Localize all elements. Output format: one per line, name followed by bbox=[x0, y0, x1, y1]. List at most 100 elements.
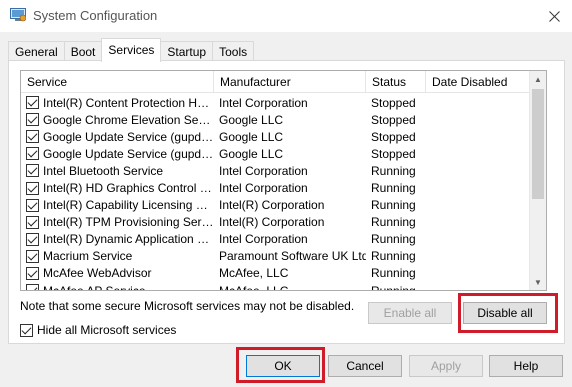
scroll-up-arrow-icon[interactable]: ▲ bbox=[530, 71, 546, 87]
column-header-service[interactable]: Service bbox=[21, 71, 214, 93]
service-checkbox[interactable] bbox=[26, 113, 39, 127]
table-row[interactable]: Intel(R) TPM Provisioning Service Intel(R… bbox=[21, 214, 531, 231]
service-name: Google Update Service (gupdatem) bbox=[43, 146, 214, 161]
ok-highlight bbox=[236, 347, 325, 383]
help-button[interactable]: Help bbox=[489, 355, 563, 377]
service-cell: Intel(R) Dynamic Application Loa... bbox=[21, 232, 214, 246]
apply-button[interactable]: Apply bbox=[409, 355, 483, 377]
list-header: Service Manufacturer Status Date Disable… bbox=[21, 71, 531, 93]
column-header-date-disabled[interactable]: Date Disabled bbox=[426, 71, 531, 93]
status-cell: Running bbox=[371, 266, 416, 281]
service-checkbox[interactable] bbox=[26, 147, 39, 161]
service-name: Intel Bluetooth Service bbox=[43, 163, 164, 178]
status-cell: Running bbox=[371, 181, 416, 196]
enable-all-button[interactable]: Enable all bbox=[368, 302, 452, 324]
service-name: McAfee WebAdvisor bbox=[43, 266, 152, 281]
tab-services[interactable]: Services bbox=[101, 38, 162, 62]
service-checkbox[interactable] bbox=[26, 96, 39, 110]
manufacturer-cell: Google LLC bbox=[219, 129, 284, 144]
service-name: Intel(R) TPM Provisioning Service bbox=[43, 215, 214, 230]
service-name: Intel(R) Capability Licensing Ser... bbox=[43, 198, 214, 213]
manufacturer-cell: Intel Corporation bbox=[219, 95, 308, 110]
service-name: Intel(R) HD Graphics Control Pa... bbox=[43, 181, 214, 196]
manufacturer-cell: Intel(R) Corporation bbox=[219, 198, 325, 213]
service-cell: Intel(R) Content Protection HEC... bbox=[21, 96, 214, 110]
table-row[interactable]: Intel(R) Capability Licensing Ser... Inte… bbox=[21, 197, 531, 214]
table-row[interactable]: Google Update Service (gupdate) Google LL… bbox=[21, 128, 531, 145]
table-row[interactable]: Intel(R) HD Graphics Control Pa... Intel … bbox=[21, 179, 531, 196]
table-row[interactable]: Intel(R) Content Protection HEC... Intel … bbox=[21, 94, 531, 111]
status-cell: Stopped bbox=[371, 112, 416, 127]
service-cell: Macrium Service bbox=[21, 249, 214, 263]
service-cell: McAfee WebAdvisor bbox=[21, 266, 214, 280]
manufacturer-cell: McAfee, LLC bbox=[219, 266, 289, 281]
service-checkbox[interactable] bbox=[26, 284, 39, 290]
tab-startup[interactable]: Startup bbox=[160, 41, 214, 62]
service-checkbox[interactable] bbox=[26, 130, 39, 144]
service-checkbox[interactable] bbox=[26, 249, 39, 263]
service-checkbox[interactable] bbox=[26, 164, 39, 178]
service-cell: Intel(R) TPM Provisioning Service bbox=[21, 215, 214, 229]
table-row[interactable]: Google Chrome Elevation Servic... Google … bbox=[21, 111, 531, 128]
service-name: Intel(R) Dynamic Application Loa... bbox=[43, 232, 214, 247]
service-checkbox[interactable] bbox=[26, 215, 39, 229]
table-row[interactable]: McAfee AP Service McAfee, LLC Running bbox=[21, 282, 531, 291]
service-checkbox[interactable] bbox=[26, 198, 39, 212]
title-bar: System Configuration bbox=[0, 0, 572, 32]
status-cell: Stopped bbox=[371, 95, 416, 110]
service-cell: Google Chrome Elevation Servic... bbox=[21, 113, 214, 127]
service-checkbox[interactable] bbox=[26, 232, 39, 246]
vertical-scrollbar[interactable]: ▲ ▼ bbox=[529, 71, 546, 290]
status-cell: Stopped bbox=[371, 146, 416, 161]
manufacturer-cell: McAfee, LLC bbox=[219, 283, 289, 291]
manufacturer-cell: Paramount Software UK Ltd bbox=[219, 249, 366, 264]
service-name: Macrium Service bbox=[43, 249, 133, 264]
service-checkbox[interactable] bbox=[26, 181, 39, 195]
service-cell: Intel Bluetooth Service bbox=[21, 164, 214, 178]
service-cell: Intel(R) HD Graphics Control Pa... bbox=[21, 181, 214, 195]
services-list[interactable]: Service Manufacturer Status Date Disable… bbox=[20, 70, 547, 291]
table-row[interactable]: Intel Bluetooth Service Intel Corporation… bbox=[21, 162, 531, 179]
close-icon bbox=[548, 10, 560, 22]
hide-microsoft-services-label: Hide all Microsoft services bbox=[37, 323, 177, 337]
table-row[interactable]: Intel(R) Dynamic Application Loa... Intel… bbox=[21, 231, 531, 248]
service-cell: Google Update Service (gupdate) bbox=[21, 130, 214, 144]
status-cell: Running bbox=[371, 215, 416, 230]
scroll-down-arrow-icon[interactable]: ▼ bbox=[530, 274, 546, 290]
hide-microsoft-services[interactable]: Hide all Microsoft services bbox=[20, 323, 176, 337]
manufacturer-cell: Intel Corporation bbox=[219, 181, 308, 196]
secure-services-note: Note that some secure Microsoft services… bbox=[20, 299, 355, 313]
service-name: Google Update Service (gupdate) bbox=[43, 129, 214, 144]
window-title: System Configuration bbox=[33, 8, 158, 23]
close-button[interactable] bbox=[536, 0, 572, 32]
service-cell: Google Update Service (gupdatem) bbox=[21, 147, 214, 161]
status-cell: Running bbox=[371, 198, 416, 213]
table-row[interactable]: Macrium Service Paramount Software UK Ltd… bbox=[21, 248, 531, 265]
status-cell: Running bbox=[371, 249, 416, 264]
manufacturer-cell: Google LLC bbox=[219, 112, 284, 127]
status-cell: Running bbox=[371, 163, 416, 178]
disable-all-highlight bbox=[458, 293, 558, 333]
service-cell: Intel(R) Capability Licensing Ser... bbox=[21, 198, 214, 212]
service-name: Google Chrome Elevation Servic... bbox=[43, 112, 214, 127]
status-cell: Stopped bbox=[371, 129, 416, 144]
status-cell: Running bbox=[371, 232, 416, 247]
table-row[interactable]: McAfee WebAdvisor McAfee, LLC Running bbox=[21, 265, 531, 282]
tab-boot[interactable]: Boot bbox=[63, 41, 103, 62]
column-header-manufacturer[interactable]: Manufacturer bbox=[214, 71, 366, 93]
tab-tools[interactable]: Tools bbox=[212, 41, 255, 62]
scroll-thumb[interactable] bbox=[532, 89, 544, 199]
table-row[interactable]: Google Update Service (gupdatem) Google L… bbox=[21, 145, 531, 162]
tab-general[interactable]: General bbox=[8, 41, 65, 62]
tab-strip: General Boot Services Startup Tools bbox=[8, 38, 255, 62]
service-checkbox[interactable] bbox=[26, 266, 39, 280]
manufacturer-cell: Intel Corporation bbox=[219, 163, 308, 178]
msconfig-icon bbox=[10, 8, 26, 22]
status-cell: Running bbox=[371, 283, 416, 291]
manufacturer-cell: Intel Corporation bbox=[219, 232, 308, 247]
cancel-button[interactable]: Cancel bbox=[328, 355, 402, 377]
service-rows: Intel(R) Content Protection HEC... Intel … bbox=[21, 94, 531, 291]
hide-microsoft-services-checkbox[interactable] bbox=[20, 323, 33, 337]
service-name: McAfee AP Service bbox=[43, 283, 146, 291]
column-header-status[interactable]: Status bbox=[366, 71, 426, 93]
